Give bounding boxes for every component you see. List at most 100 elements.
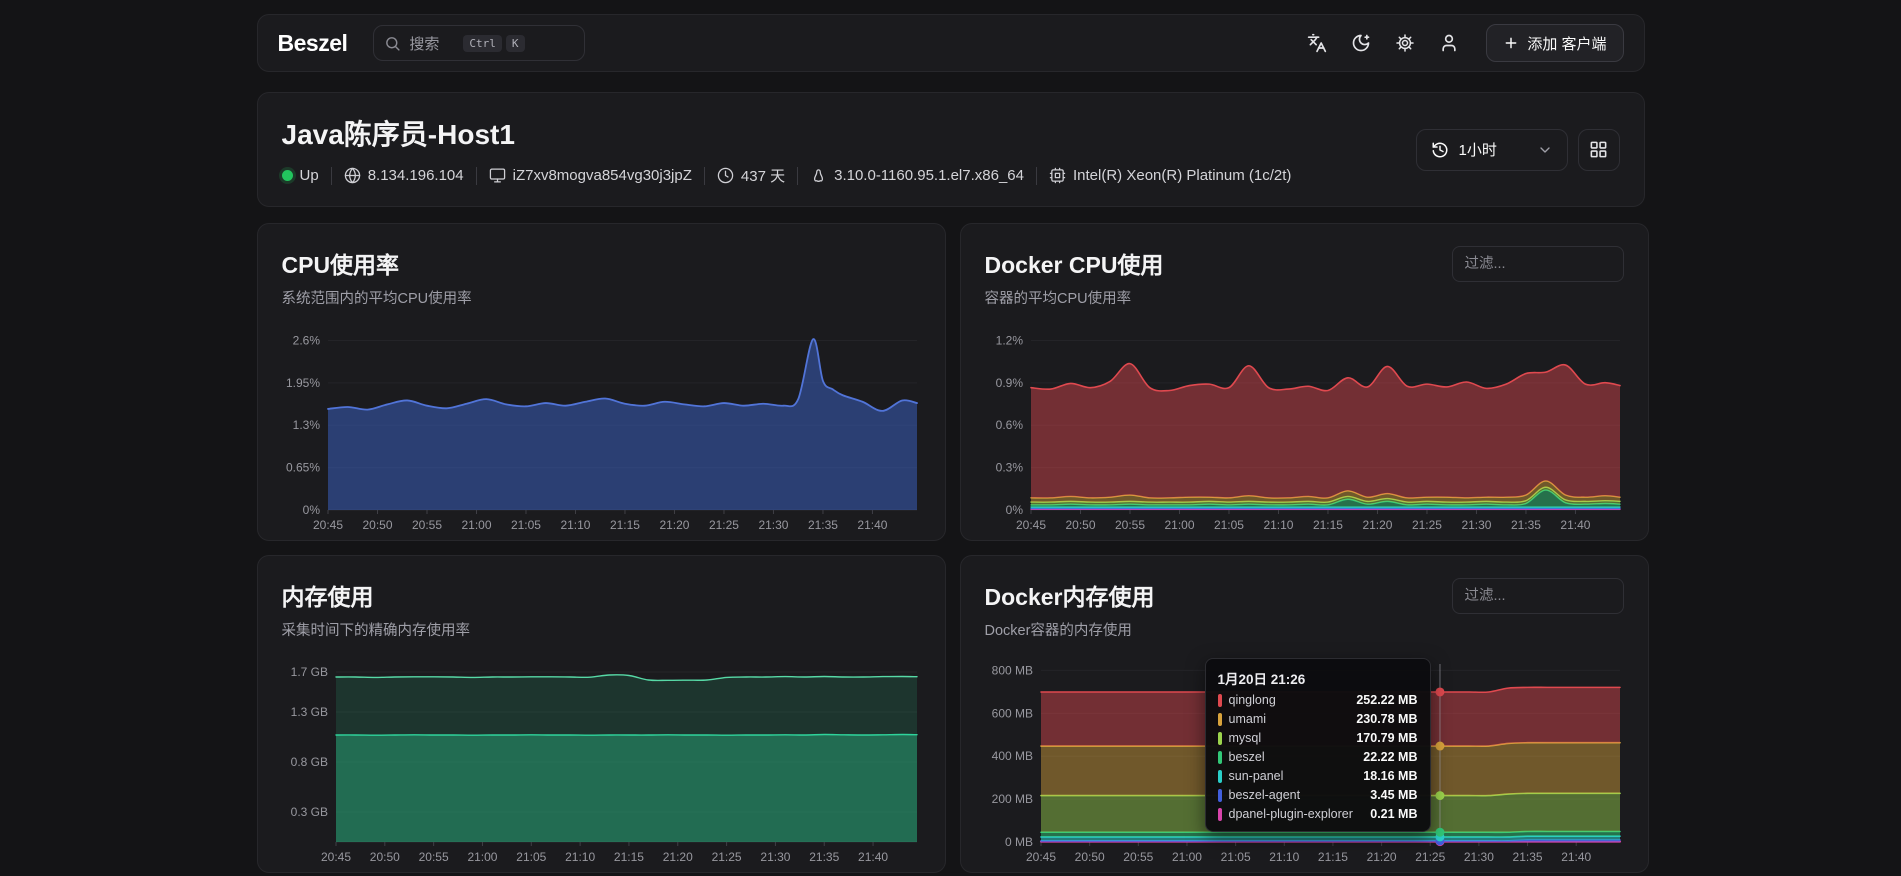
docker-cpu-usage-chart[interactable]: 0%0.3%0.6%0.9%1.2%20:4520:5020:5521:0021… — [985, 324, 1624, 536]
svg-text:21:25: 21:25 — [1415, 850, 1445, 864]
tooltip-row: dpanel-plugin-explorer 0.21 MB — [1218, 807, 1418, 821]
theme-toggle-button[interactable] — [1342, 24, 1380, 62]
svg-text:21:35: 21:35 — [809, 850, 839, 864]
svg-text:21:20: 21:20 — [659, 518, 689, 532]
memory-usage-chart[interactable]: 0.3 GB0.8 GB1.3 GB1.7 GB20:4520:5020:552… — [282, 656, 921, 868]
moon-star-icon — [1351, 33, 1371, 53]
host-title: Java陈序员-Host1 — [282, 113, 1292, 153]
layout-grid-button[interactable] — [1578, 129, 1620, 171]
series-name: beszel — [1229, 750, 1265, 764]
series-value: 252.22 MB — [1356, 693, 1417, 707]
series-color-marker — [1218, 751, 1222, 764]
docker-memory-filter-input[interactable] — [1452, 578, 1624, 614]
svg-text:21:35: 21:35 — [1510, 518, 1540, 532]
svg-text:21:15: 21:15 — [609, 518, 639, 532]
host-cpu-model-text: Intel(R) Xeon(R) Platinum (1c/2t) — [1073, 167, 1291, 184]
svg-text:20:55: 20:55 — [411, 518, 441, 532]
settings-button[interactable] — [1386, 24, 1424, 62]
chart-title: CPU使用率 — [282, 246, 921, 280]
docker-cpu-filter-input[interactable] — [1452, 246, 1624, 282]
chart-card-cpu: CPU使用率 系统范围内的平均CPU使用率 0%0.65%1.3%1.95%2.… — [257, 223, 946, 541]
chart-svg: 0%0.3%0.6%0.9%1.2%20:4520:5020:5521:0021… — [985, 324, 1624, 536]
svg-text:21:00: 21:00 — [1164, 518, 1194, 532]
user-icon — [1439, 33, 1459, 53]
layout-grid-icon — [1589, 140, 1608, 159]
svg-text:20:45: 20:45 — [1015, 518, 1045, 532]
series-value: 18.16 MB — [1363, 769, 1417, 783]
series-color-marker — [1218, 713, 1222, 726]
host-uptime-text: 437 天 — [741, 165, 785, 186]
tooltip-row: beszel 22.22 MB — [1218, 750, 1418, 764]
chart-subtitle: Docker容器的内存使用 — [985, 619, 1624, 640]
tooltip-row: qinglong252.22 MB — [1218, 693, 1418, 707]
svg-text:21:30: 21:30 — [1461, 518, 1491, 532]
host-kernel-text: 3.10.0-1160.95.1.el7.x86_64 — [834, 167, 1024, 184]
host-ip: 8.134.196.104 — [344, 167, 464, 184]
tooltip-row: umami 230.78 MB — [1218, 712, 1418, 726]
svg-text:20:55: 20:55 — [418, 850, 448, 864]
series-color-marker — [1218, 694, 1222, 707]
host-cpu-model: Intel(R) Xeon(R) Platinum (1c/2t) — [1049, 167, 1291, 184]
svg-text:20:50: 20:50 — [1074, 850, 1104, 864]
host-header: Java陈序员-Host1 Up 8.134.196.104 iZ7xv8mog… — [257, 92, 1645, 207]
language-button[interactable] — [1298, 24, 1336, 62]
svg-text:1.2%: 1.2% — [995, 333, 1023, 347]
cpu-usage-chart[interactable]: 0%0.65%1.3%1.95%2.6%20:4520:5020:5521:00… — [282, 324, 921, 536]
clock-icon — [717, 167, 734, 184]
svg-text:21:15: 21:15 — [1317, 850, 1347, 864]
svg-text:21:40: 21:40 — [1560, 518, 1590, 532]
series-value: 3.45 MB — [1370, 788, 1417, 802]
series-name: umami — [1229, 712, 1267, 726]
docker-memory-usage-chart[interactable]: 0 MB200 MB400 MB600 MB800 MB20:4520:5020… — [985, 656, 1624, 868]
divider — [704, 167, 705, 185]
host-controls: 1小时 — [1416, 129, 1620, 171]
series-name: sun-panel — [1229, 769, 1284, 783]
svg-text:21:40: 21:40 — [1561, 850, 1591, 864]
svg-text:0.8 GB: 0.8 GB — [290, 755, 327, 769]
tooltip-row: beszel-agent3.45 MB — [1218, 788, 1418, 802]
svg-text:21:05: 21:05 — [1213, 518, 1243, 532]
host-info: Java陈序员-Host1 Up 8.134.196.104 iZ7xv8mog… — [282, 113, 1292, 186]
series-value: 230.78 MB — [1356, 712, 1417, 726]
svg-text:1.7 GB: 1.7 GB — [290, 665, 327, 679]
series-name: mysql — [1229, 731, 1262, 745]
plus-icon — [1503, 35, 1519, 51]
globe-icon — [344, 167, 361, 184]
search-shortcut: Ctrl K — [463, 35, 524, 52]
host-status: Up — [282, 167, 319, 184]
host-meta-row: Up 8.134.196.104 iZ7xv8mogva854vg30j3jpZ… — [282, 165, 1292, 186]
tooltip-row: sun-panel 18.16 MB — [1218, 769, 1418, 783]
svg-text:21:30: 21:30 — [1463, 850, 1493, 864]
status-dot — [282, 170, 293, 181]
series-name: dpanel-plugin-explorer — [1229, 807, 1353, 821]
svg-text:21:05: 21:05 — [516, 850, 546, 864]
chart-card-docker-cpu: Docker CPU使用 容器的平均CPU使用率 0%0.3%0.6%0.9%1… — [960, 223, 1649, 541]
svg-text:2.6%: 2.6% — [292, 333, 320, 347]
chart-grid: CPU使用率 系统范围内的平均CPU使用率 0%0.65%1.3%1.95%2.… — [257, 223, 1645, 873]
svg-text:400 MB: 400 MB — [991, 749, 1032, 763]
svg-text:1.3 GB: 1.3 GB — [290, 705, 327, 719]
time-range-select[interactable]: 1小时 — [1416, 129, 1568, 171]
host-hostname-text: iZ7xv8mogva854vg30j3jpZ — [513, 167, 692, 184]
series-value: 0.21 MB — [1370, 807, 1417, 821]
series-value: 170.79 MB — [1356, 731, 1417, 745]
search-box[interactable]: 搜索 Ctrl K — [373, 25, 585, 61]
svg-text:0.3 GB: 0.3 GB — [290, 805, 327, 819]
cpu-chip-icon — [1049, 167, 1066, 184]
chart-tooltip: 1月20日 21:26qinglong252.22 MBumami230.78 … — [1205, 658, 1431, 832]
svg-text:21:20: 21:20 — [662, 850, 692, 864]
host-ip-text: 8.134.196.104 — [368, 167, 464, 184]
add-system-button[interactable]: 添加 客户端 — [1486, 24, 1623, 62]
svg-text:21:05: 21:05 — [510, 518, 540, 532]
gear-icon — [1395, 33, 1415, 53]
app-logo[interactable]: Beszel — [278, 30, 348, 57]
svg-text:21:35: 21:35 — [807, 518, 837, 532]
user-button[interactable] — [1430, 24, 1468, 62]
series-value: 22.22 MB — [1363, 750, 1417, 764]
svg-text:21:15: 21:15 — [1312, 518, 1342, 532]
kernel-penguin-icon — [810, 167, 827, 184]
svg-text:0.3%: 0.3% — [995, 461, 1023, 475]
chart-subtitle: 容器的平均CPU使用率 — [985, 287, 1624, 308]
series-color-marker — [1218, 732, 1222, 745]
tooltip-row: mysql 170.79 MB — [1218, 731, 1418, 745]
